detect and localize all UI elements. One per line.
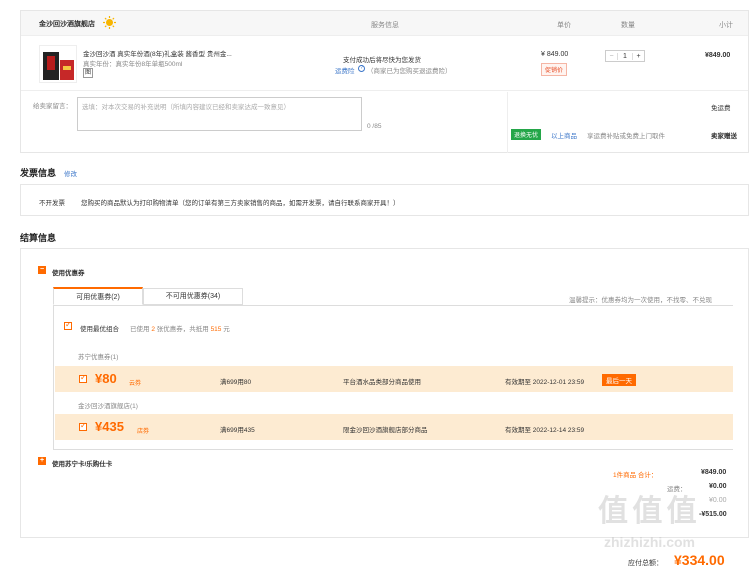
- col-subtotal: 小计: [719, 22, 733, 29]
- col-service: 服务信息: [371, 22, 399, 29]
- payable-value: ¥334.00: [674, 552, 725, 568]
- message-label: 给卖家留言：: [33, 103, 72, 110]
- message-counter: 0 /85: [367, 123, 382, 130]
- service-delivery: 支付成功后将尽快为您发货: [343, 57, 421, 64]
- payable-label: 应付总额：: [628, 560, 663, 567]
- message-row: 给卖家留言： 选填：对本次交易的补充说明（所填内容建议已经和卖家达成一致意见） …: [21, 92, 748, 153]
- coupon-panel: 使用最优组合 已使用 2 张优惠券，共抵用 515 元 苏宁优惠券(1) ¥80…: [53, 305, 733, 450]
- service-insurance-label[interactable]: 运费险: [335, 65, 355, 75]
- coupon2-amount: ¥435: [95, 419, 124, 434]
- coupon2-expiry: 有效期至 2022-12-14 23:59: [505, 427, 585, 434]
- service-insurance-note: （商家已为您购买退运费险）: [367, 68, 452, 75]
- subtotal: ¥849.00: [705, 52, 731, 59]
- coupon1-rule: 满699用80: [220, 379, 252, 386]
- coupon2-type: 店券: [137, 429, 150, 435]
- qty-input[interactable]: 1: [618, 53, 632, 60]
- invoice-edit-link[interactable]: 修改: [64, 168, 77, 178]
- order-header: 金沙回沙酒旗舰店 服务信息 单价 数量 小计: [21, 11, 748, 36]
- product-thumbnail[interactable]: [39, 45, 77, 83]
- qty-minus-button[interactable]: −: [606, 52, 618, 60]
- delivery-divider: [507, 92, 508, 153]
- best-combo-checkbox[interactable]: [64, 320, 72, 330]
- coupon2-checkbox[interactable]: [79, 421, 87, 431]
- product-row: 金沙回沙酒 真实年份酒(8年)礼盒装 酱香型 贵州金... 真实年份：真实年份8…: [21, 37, 748, 91]
- sun-badge-icon: [103, 16, 116, 29]
- product-title[interactable]: 金沙回沙酒 真实年份酒(8年)礼盒装 酱香型 贵州金...: [83, 48, 232, 58]
- expand-plus-icon[interactable]: +: [38, 457, 46, 465]
- invoice-type: 不开发票: [39, 200, 65, 207]
- summary-items-value: ¥849.00: [701, 469, 727, 476]
- coupon1-amount: ¥80: [95, 371, 117, 386]
- watermark-domain: zhizhizhi.com: [604, 534, 695, 550]
- col-price: 单价: [557, 22, 571, 29]
- shop-name[interactable]: 金沙回沙酒旗舰店: [39, 19, 95, 29]
- coupon2-rule: 满699用435: [220, 427, 255, 434]
- col-qty: 数量: [621, 22, 635, 29]
- use-card-label[interactable]: 使用苏宁卡/乐购仕卡: [52, 458, 112, 468]
- summary-items-label: 1件商品 合计：: [613, 472, 658, 479]
- invoice-title: 发票信息: [20, 168, 57, 178]
- coupon-row[interactable]: ¥80 云券 满699用80 平台酒水品类部分商品使用 有效期至 2022-12…: [55, 366, 733, 392]
- last-day-ribbon: 最后一天: [602, 374, 636, 386]
- invoice-desc: 您购买的商品默认为打印购物清单（您的订单有第三方卖家销售的商品，如需开发票，请自…: [81, 200, 400, 207]
- coupon1-checkbox[interactable]: [79, 373, 87, 383]
- coupon-tip: 温馨提示：优惠券均为一次使用，不找零、不兑现: [569, 297, 712, 304]
- best-combo-used: 已使用 2 张优惠券，共抵用 515 元: [130, 326, 230, 333]
- best-combo-label: 使用最优组合: [80, 326, 119, 333]
- use-coupon-label[interactable]: 使用优惠券: [52, 267, 85, 277]
- message-textarea[interactable]: 选填：对本次交易的补充说明（所填内容建议已经和卖家达成一致意见）: [77, 97, 362, 131]
- coupon-row[interactable]: ¥435 店券 满699用435 限金沙回沙酒旗舰店部分商品 有效期至 2022…: [55, 414, 733, 440]
- unit-price: ¥ 849.00: [541, 51, 569, 58]
- watermark-logo: 值 值 值: [598, 495, 697, 528]
- promo-tag: 促销价: [541, 63, 568, 76]
- tab-unavailable-coupons[interactable]: 不可用优惠券(34): [143, 288, 243, 305]
- order-box: 金沙回沙酒旗舰店 服务信息 单价 数量 小计 金沙回沙酒 真实年份酒(8年)礼盒…: [20, 10, 749, 153]
- coupon1-type: 云券: [129, 381, 142, 387]
- coupon-group-suning: 苏宁优惠券(1): [78, 354, 119, 361]
- shipping-free: 免运费: [711, 105, 731, 112]
- qty-plus-button[interactable]: +: [632, 52, 644, 60]
- summary-discount-value: -¥515.00: [699, 511, 727, 518]
- coupon1-scope: 平台酒水品类部分商品使用: [343, 379, 421, 386]
- coupon1-expiry: 有效期至 2022-12-01 23:59: [505, 379, 585, 386]
- best-combo-count: 2: [151, 326, 155, 333]
- seller-gift: 卖家赠送: [711, 133, 737, 140]
- collapse-minus-icon[interactable]: −: [38, 266, 46, 274]
- summary-row3-value: ¥0.00: [709, 497, 727, 504]
- help-icon[interactable]: ?: [358, 65, 365, 72]
- product-badge-icon: 图: [83, 68, 94, 78]
- return-goods-link[interactable]: 以上商品: [551, 130, 577, 140]
- coupon2-scope: 限金沙回沙酒旗舰店部分商品: [343, 427, 428, 434]
- summary-shipping-value: ¥0.00: [709, 483, 727, 490]
- settlement-title: 结算信息: [20, 233, 57, 243]
- product-spec: 真实年份：真实年份8年单瓶500ml: [83, 61, 183, 68]
- tab-available-coupons[interactable]: 可用优惠券(2): [53, 287, 143, 305]
- quantity-stepper: − 1 +: [605, 50, 645, 62]
- return-desc: 享运费补贴或免费上门取件: [587, 133, 665, 140]
- return-guarantee-tag: 退换无忧: [511, 129, 542, 140]
- best-combo-amount: 515: [210, 326, 222, 333]
- invoice-box: 不开发票 您购买的商品默认为打印购物清单（您的订单有第三方卖家销售的商品，如需开…: [20, 184, 749, 216]
- coupon-group-shop: 金沙回沙酒旗舰店(1): [78, 403, 138, 410]
